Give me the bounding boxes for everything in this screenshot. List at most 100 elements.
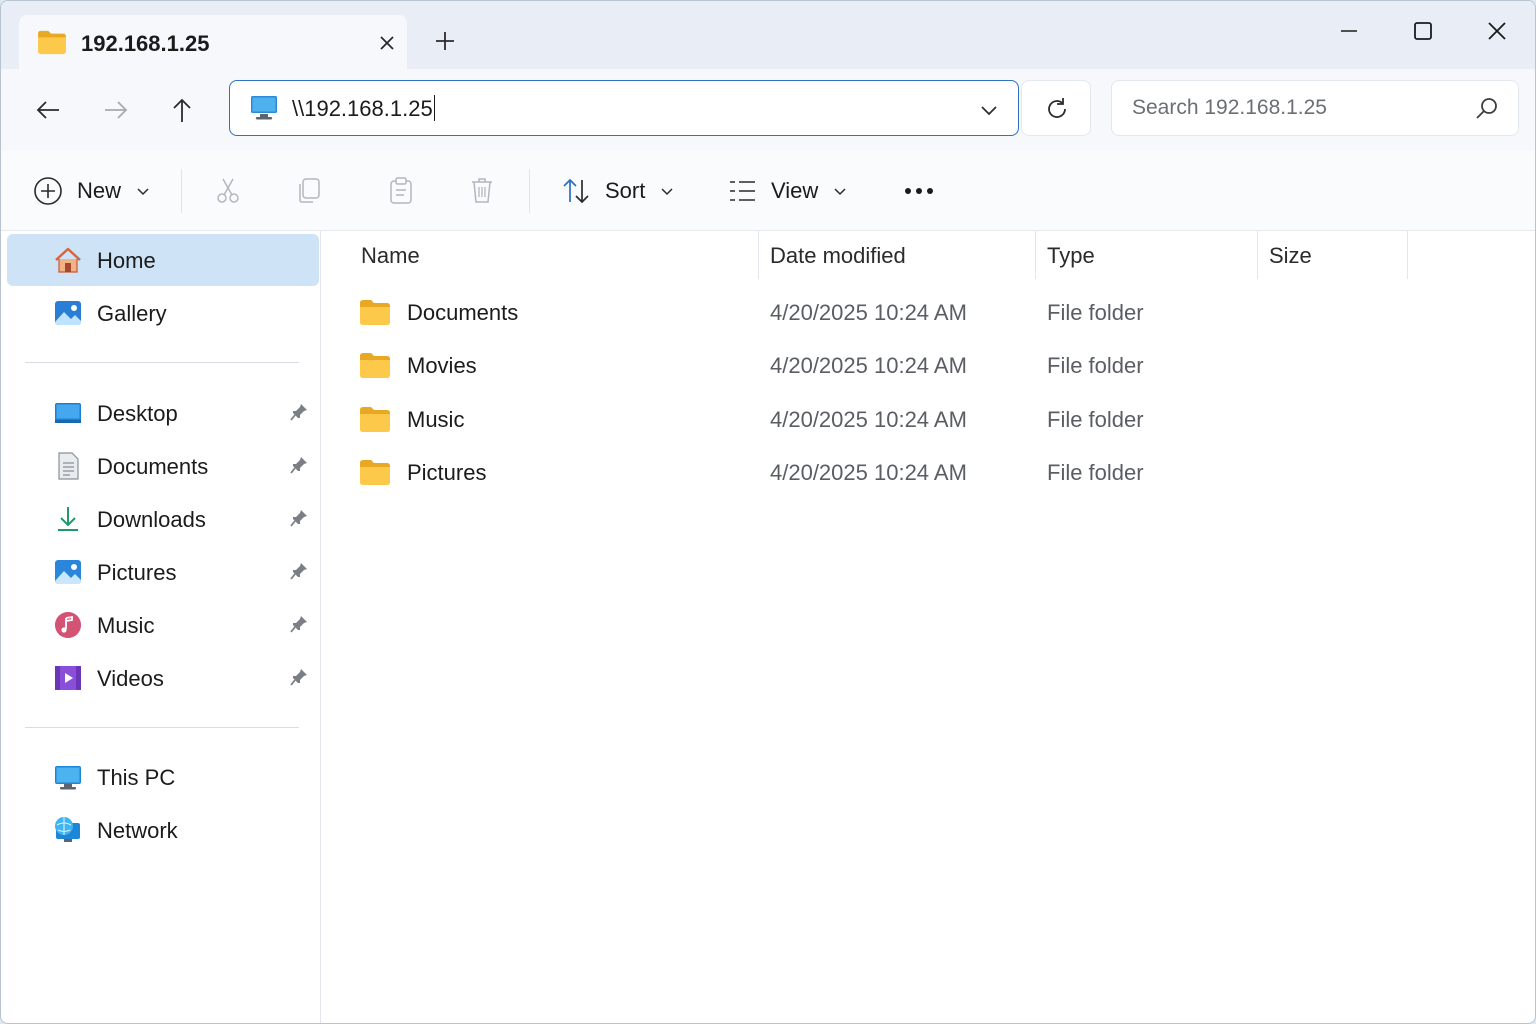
pin-icon[interactable] [289,402,309,422]
refresh-icon [1048,98,1066,118]
folder-icon [359,298,391,326]
column-header-size[interactable]: Size [1269,243,1312,269]
pin-icon[interactable] [289,614,309,634]
sidebar-item-label: Videos [97,666,164,691]
sidebar-item-network[interactable]: Network [7,804,319,856]
view-button[interactable]: View [727,173,848,209]
home-icon [55,247,81,273]
new-label: New [77,178,122,203]
table-row[interactable]: Pictures 4/20/2025 10:24 AM File folder [321,448,1535,498]
column-divider[interactable] [1035,231,1036,279]
sidebar-item-documents[interactable]: Documents [7,440,319,492]
tab-title: 192.168.1.25 [81,31,210,56]
search-box[interactable]: Search 192.168.1.25 [1111,80,1519,136]
view-label: View [771,178,819,203]
sidebar-item-this-pc[interactable]: This PC [7,751,319,803]
add-circle-icon [34,177,62,205]
column-header-name[interactable]: Name [361,243,420,269]
title-bar: 192.168.1.25 [1,1,1535,71]
pin-icon[interactable] [289,508,309,528]
gallery-icon [55,301,81,325]
file-name: Pictures [407,460,487,485]
column-divider[interactable] [1407,231,1408,279]
new-tab-icon[interactable] [433,29,457,53]
folder-icon [359,458,391,486]
toolbar-divider [529,169,530,213]
sidebar-item-label: Documents [97,454,209,479]
sidebar-item-label: Gallery [97,301,167,326]
back-arrow-icon[interactable] [33,95,63,125]
new-button[interactable]: New [33,173,151,209]
sidebar-item-label: Music [97,613,155,638]
pin-icon[interactable] [289,667,309,687]
file-list: Name Date modified Type Size Documents 4… [321,231,1535,1023]
maximize-icon[interactable] [1411,19,1435,43]
view-list-icon [730,181,755,201]
sidebar-item-desktop[interactable]: Desktop [7,387,319,439]
file-explorer-window: 192.168.1.25 \\192.168.1.25 Search 192.1… [0,0,1536,1024]
folder-icon [37,29,67,55]
search-icon[interactable] [1474,96,1500,122]
table-row[interactable]: Music 4/20/2025 10:24 AM File folder [321,395,1535,445]
paste-icon[interactable] [386,175,416,205]
pin-icon[interactable] [289,561,309,581]
navigation-pane: Home Gallery Desktop Documents Downloads… [1,231,321,1023]
sidebar-item-videos[interactable]: Videos [7,652,319,704]
command-bar: New Sort View [1,151,1535,231]
minimize-icon[interactable] [1337,19,1361,43]
folder-icon [359,351,391,379]
file-date-modified: 4/20/2025 10:24 AM [770,353,967,378]
table-row[interactable]: Movies 4/20/2025 10:24 AM File folder [321,341,1535,391]
file-type: File folder [1047,353,1144,378]
sidebar-item-label: Pictures [97,560,177,585]
copy-icon[interactable] [294,175,324,205]
sort-icon [563,178,589,204]
sidebar-item-gallery[interactable]: Gallery [7,287,319,339]
column-divider[interactable] [1257,231,1258,279]
music-icon [55,612,81,638]
file-date-modified: 4/20/2025 10:24 AM [770,300,967,325]
address-bar[interactable]: \\192.168.1.25 [229,80,1019,136]
sidebar-item-pictures[interactable]: Pictures [7,546,319,598]
sidebar-item-label: Network [97,818,178,843]
file-type: File folder [1047,300,1144,325]
sidebar-item-label: This PC [97,765,176,790]
close-window-icon[interactable] [1485,19,1509,43]
sidebar-item-downloads[interactable]: Downloads [7,493,319,545]
more-options-icon [905,188,933,194]
file-type: File folder [1047,407,1144,432]
table-row[interactable]: Documents 4/20/2025 10:24 AM File folder [321,288,1535,338]
column-header-type[interactable]: Type [1047,243,1095,269]
see-more-button[interactable] [903,173,935,209]
file-name: Music [407,407,465,432]
up-arrow-icon[interactable] [167,95,197,125]
file-type: File folder [1047,460,1144,485]
sidebar-item-home[interactable]: Home [7,234,319,286]
tab-192-168-1-25[interactable]: 192.168.1.25 [19,15,407,71]
videos-icon [55,666,81,690]
folder-icon [359,405,391,433]
chevron-down-icon[interactable] [978,99,1000,121]
file-date-modified: 4/20/2025 10:24 AM [770,407,967,432]
refresh-button[interactable] [1021,80,1091,136]
close-tab-icon[interactable] [377,33,397,53]
address-input[interactable]: \\192.168.1.25 [292,95,436,122]
file-name: Movies [407,353,477,378]
column-header-date-modified[interactable]: Date modified [770,243,906,269]
cut-icon[interactable] [213,175,243,205]
pictures-icon [55,560,81,584]
search-input[interactable]: Search 192.168.1.25 [1132,96,1327,120]
computer-icon [251,96,277,120]
this-pc-icon [55,766,81,790]
sort-button[interactable]: Sort [561,173,675,209]
sidebar-item-music[interactable]: Music [7,599,319,651]
file-name: Documents [407,300,519,325]
desktop-icon [55,403,81,423]
delete-icon[interactable] [467,175,497,205]
pin-icon[interactable] [289,455,309,475]
forward-arrow-icon[interactable] [101,95,131,125]
documents-icon [58,452,79,480]
toolbar-divider [181,169,182,213]
network-icon [55,817,80,842]
column-divider[interactable] [758,231,759,279]
